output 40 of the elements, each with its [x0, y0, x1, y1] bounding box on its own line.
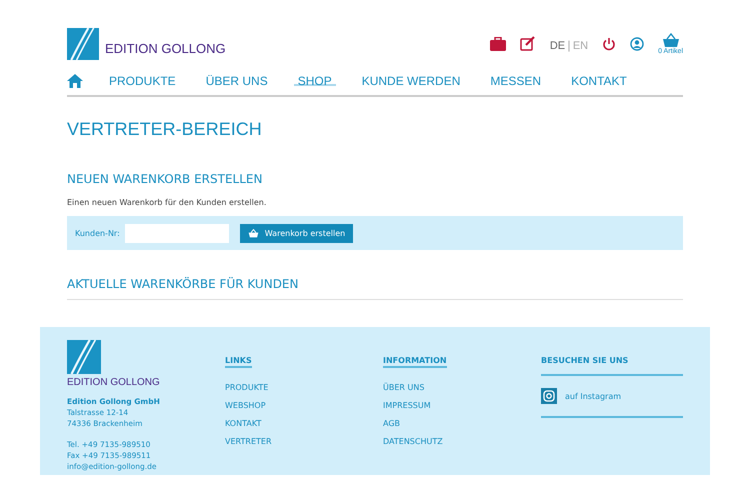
footer-link[interactable]: AGB: [383, 419, 541, 428]
footer-link[interactable]: VERTRETER: [225, 437, 383, 446]
logo-icon: [67, 340, 101, 374]
logo-icon: [67, 28, 99, 60]
footer-link[interactable]: IMPRESSUM: [383, 401, 541, 410]
basket-icon: [248, 228, 259, 238]
basket-icon[interactable]: [662, 32, 680, 48]
nav-link[interactable]: KUNDE WERDEN: [358, 74, 464, 88]
footer-link[interactable]: WEBSHOP: [225, 401, 383, 410]
nav-link[interactable]: KONTAKT: [567, 74, 631, 88]
footer-heading: INFORMATION: [383, 356, 447, 368]
language-separator: |: [567, 39, 571, 52]
instagram-link[interactable]: auf Instagram: [565, 392, 622, 400]
briefcase-icon[interactable]: [490, 36, 506, 50]
footer-heading: BESUCHEN SIE UNS: [541, 356, 630, 365]
brand-name[interactable]: EDITION GOLLONG: [105, 40, 226, 56]
nav-link[interactable]: ÜBER UNS: [202, 74, 272, 88]
footer-link[interactable]: DATENSCHUTZ: [383, 437, 541, 446]
nav-link[interactable]: SHOP: [294, 74, 336, 88]
power-icon[interactable]: [602, 36, 616, 50]
create-cart-button[interactable]: Warenkorb erstellen: [240, 224, 354, 242]
footer-heading: LINKS: [225, 356, 252, 368]
nav-link[interactable]: MESSEN: [486, 74, 546, 88]
instagram-icon[interactable]: [541, 388, 557, 404]
section-description: Einen neuen Warenkorb für den Kunden erstellen.: [67, 198, 268, 207]
edit-icon[interactable]: [520, 36, 536, 51]
nav-link[interactable]: PRODUKTE: [105, 74, 180, 88]
footer-link[interactable]: PRODUKTE: [225, 383, 383, 392]
page-title: VERTRETER-BEREICH: [67, 119, 263, 140]
section-heading: NEUEN WARENKORB ERSTELLEN: [67, 172, 264, 186]
footer-link[interactable]: KONTAKT: [225, 419, 383, 428]
customer-number-field[interactable]: [124, 224, 229, 242]
language-link[interactable]: EN: [572, 40, 588, 52]
home-icon[interactable]: [67, 74, 83, 88]
footer-link[interactable]: ÜBER UNS: [383, 383, 541, 392]
language-link[interactable]: DE: [550, 40, 566, 52]
footer-brand-name: EDITION GOLLONG: [67, 377, 161, 388]
section-heading: AKTUELLE WARENKÖRBE FÜR KUNDEN: [67, 277, 300, 291]
field-label: Kunden-Nr:: [75, 228, 120, 238]
user-icon[interactable]: [630, 36, 644, 50]
